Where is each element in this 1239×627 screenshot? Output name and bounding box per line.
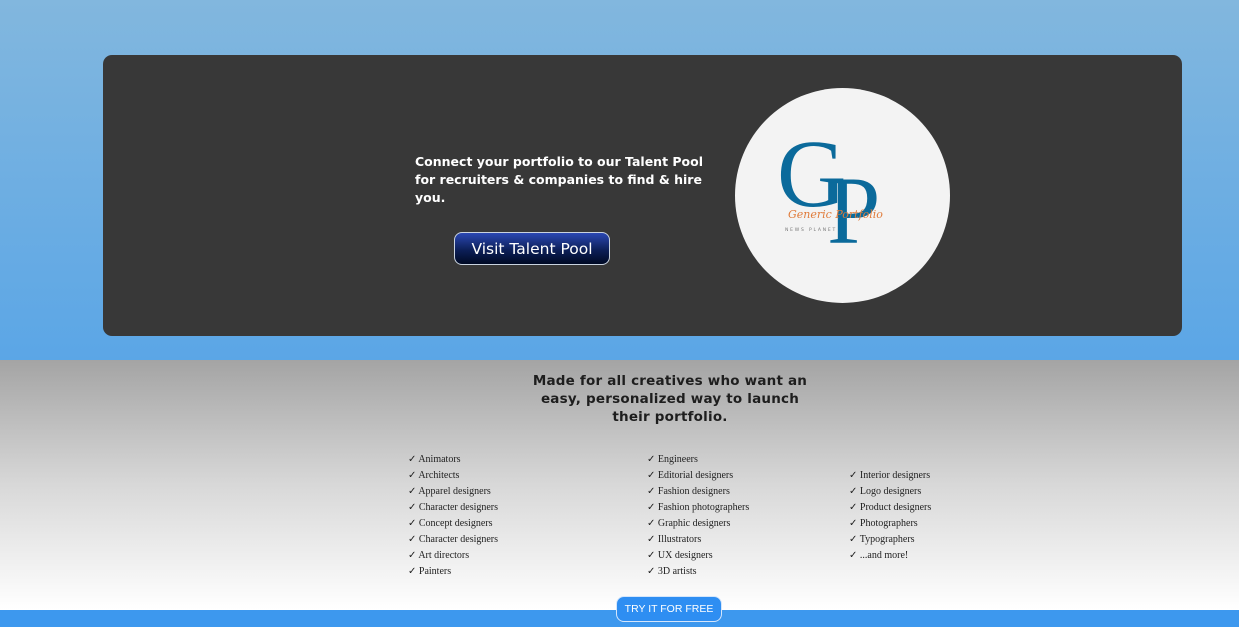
- talent-pool-card: Connect your portfolio to our Talent Poo…: [103, 55, 1182, 336]
- checkmark-icon: ✓: [408, 566, 419, 577]
- creative-label: UX designers: [657, 550, 713, 561]
- creative-label: Fashion designers: [657, 486, 730, 497]
- creative-label: Product designers: [859, 502, 932, 513]
- creative-label: Apparel designers: [418, 486, 491, 497]
- creative-label: Engineers: [657, 454, 698, 465]
- checkmark-icon: ✓: [849, 518, 860, 529]
- creatives-list-column-1: ✓ Animators ✓ Architects ✓ Apparel designe…: [408, 452, 498, 580]
- creative-list-item: ✓ Engineers: [647, 452, 749, 468]
- checkmark-icon: ✓: [408, 470, 419, 481]
- creative-list-item: ✓ Graphic designers: [647, 516, 749, 532]
- creative-list-item: ✓ Character designers: [408, 532, 498, 548]
- checkmark-icon: ✓: [849, 534, 860, 545]
- checkmark-icon: ✓: [647, 534, 658, 545]
- creative-label: Concept designers: [418, 518, 493, 529]
- creative-list-item: ✓ Animators: [408, 452, 498, 468]
- checkmark-icon: ✓: [647, 518, 658, 529]
- creative-list-item: ✓ Illustrators: [647, 532, 749, 548]
- creatives-list-column-2: ✓ Engineers ✓ Editorial designers ✓ Fashio…: [647, 452, 749, 580]
- visit-talent-pool-button[interactable]: Visit Talent Pool: [454, 232, 610, 265]
- creative-list-item: ✓ UX designers: [647, 548, 749, 564]
- checkmark-icon: ✓: [408, 518, 419, 529]
- creative-label: Animators: [418, 454, 461, 465]
- checkmark-icon: ✓: [849, 502, 860, 513]
- creative-label: Logo designers: [859, 486, 922, 497]
- checkmark-icon: ✓: [647, 566, 658, 577]
- creative-list-item: ✓ Product designers: [849, 500, 931, 516]
- creative-label: Illustrators: [657, 534, 702, 545]
- gp-monogram-icon: G P Generic Portfolio NEWS PLANET: [777, 120, 883, 264]
- checkmark-icon: ✓: [849, 550, 860, 561]
- talent-pool-description: Connect your portfolio to our Talent Poo…: [415, 154, 704, 205]
- creative-list-item: ✓ Logo designers: [849, 484, 931, 500]
- checkmark-icon: ✓: [647, 486, 658, 497]
- creative-label: Character designers: [418, 534, 499, 545]
- creatives-list-column-3: ✓ Interior designers ✓ Logo designers ✓ Pr…: [849, 468, 931, 564]
- creative-list-item: ✓ Architects: [408, 468, 498, 484]
- creative-label: Interior designers: [859, 470, 931, 481]
- creative-list-item: ✓ Apparel designers: [408, 484, 498, 500]
- checkmark-icon: ✓: [647, 502, 658, 513]
- logo-script-text: Generic Portfolio: [788, 208, 883, 221]
- checkmark-icon: ✓: [647, 470, 658, 481]
- creative-list-item: ✓ ...and more!: [849, 548, 931, 564]
- checkmark-icon: ✓: [408, 454, 419, 465]
- creative-list-item: ✓ Character designers: [408, 500, 498, 516]
- creative-label: Editorial designers: [657, 470, 734, 481]
- creative-label: Photographers: [859, 518, 918, 529]
- creative-label: Graphic designers: [657, 518, 731, 529]
- creative-list-item: ✓ Typographers: [849, 532, 931, 548]
- creative-list-item: ✓ Photographers: [849, 516, 931, 532]
- creative-list-item: ✓ Editorial designers: [647, 468, 749, 484]
- creative-list-item: ✓ 3D artists: [647, 564, 749, 580]
- creative-label: Architects: [418, 470, 460, 481]
- creative-list-item: ✓ Painters: [408, 564, 498, 580]
- creative-label: Painters: [418, 566, 452, 577]
- creative-label: Character designers: [418, 502, 499, 513]
- checkmark-icon: ✓: [408, 502, 419, 513]
- creative-list-item: ✓ Concept designers: [408, 516, 498, 532]
- checkmark-icon: ✓: [647, 454, 658, 465]
- creative-label: Art directors: [418, 550, 470, 561]
- creative-list-item: ✓ Art directors: [408, 548, 498, 564]
- checkmark-icon: ✓: [647, 550, 658, 561]
- checkmark-icon: ✓: [849, 486, 860, 497]
- portfolio-logo: G P Generic Portfolio NEWS PLANET: [735, 88, 950, 303]
- creative-label: ...and more!: [859, 550, 909, 561]
- checkmark-icon: ✓: [408, 486, 419, 497]
- creative-list-item: ✓ Fashion photographers: [647, 500, 749, 516]
- try-it-for-free-button[interactable]: TRY IT FOR FREE: [616, 596, 722, 622]
- checkmark-icon: ✓: [408, 534, 419, 545]
- logo-tagline: NEWS PLANET: [785, 227, 837, 233]
- creatives-heading: Made for all creatives who want an easy,…: [532, 373, 808, 425]
- creative-label: Typographers: [859, 534, 915, 545]
- creative-label: Fashion photographers: [657, 502, 750, 513]
- creative-list-item: ✓ Fashion designers: [647, 484, 749, 500]
- creatives-section: Made for all creatives who want an easy,…: [0, 360, 1239, 610]
- creative-label: 3D artists: [657, 566, 697, 577]
- creative-list-item: ✓ Interior designers: [849, 468, 931, 484]
- checkmark-icon: ✓: [408, 550, 419, 561]
- checkmark-icon: ✓: [849, 470, 860, 481]
- hero-section: Connect your portfolio to our Talent Poo…: [0, 0, 1239, 360]
